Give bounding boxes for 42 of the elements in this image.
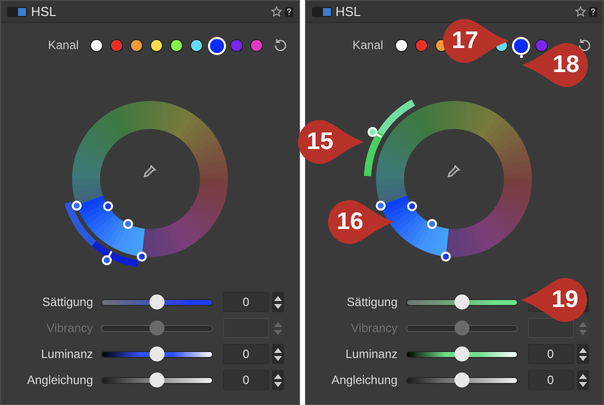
slider-thumb[interactable] xyxy=(150,294,164,310)
stepper-control[interactable] xyxy=(272,370,284,390)
channel-label: Kanal xyxy=(48,37,79,54)
slider-label: Luminanz xyxy=(40,346,93,363)
slider-label: Sättigung xyxy=(41,294,93,311)
stepper-control[interactable] xyxy=(576,344,588,364)
slider-label: Luminanz xyxy=(344,346,398,363)
help-icon[interactable] xyxy=(589,6,597,16)
value-field[interactable]: 0 xyxy=(223,344,269,364)
channel-swatch[interactable] xyxy=(512,36,530,58)
channel-swatch[interactable] xyxy=(208,36,226,58)
callout-tooltip: 19 xyxy=(521,278,587,322)
value-field[interactable]: 0 xyxy=(528,370,574,390)
reset-icon[interactable] xyxy=(272,38,288,52)
value-field[interactable]: 0 xyxy=(528,344,574,364)
reset-icon[interactable] xyxy=(577,38,592,52)
panel-title: HSL xyxy=(336,2,361,21)
value-field[interactable] xyxy=(528,318,574,338)
value-field[interactable]: 0 xyxy=(223,370,269,390)
slider-thumb[interactable] xyxy=(150,346,164,362)
callout-tooltip: 15 xyxy=(298,120,364,164)
stepper-control[interactable] xyxy=(272,344,284,364)
panel-title: HSL xyxy=(31,2,56,21)
star-icon[interactable] xyxy=(270,6,282,17)
toggle-switch[interactable] xyxy=(7,6,27,16)
value-field[interactable]: 0 xyxy=(223,292,269,312)
star-icon[interactable] xyxy=(575,6,586,17)
channel-label: Kanal xyxy=(352,37,384,54)
slider-thumb[interactable] xyxy=(454,372,469,388)
slider-label: Sättigung xyxy=(346,294,398,311)
help-icon[interactable] xyxy=(284,6,292,16)
stepper-control[interactable] xyxy=(272,292,284,312)
callout-tooltip: 18 xyxy=(522,43,588,87)
slider-thumb[interactable] xyxy=(454,346,469,362)
stepper-control[interactable] xyxy=(576,370,588,390)
callout-tooltip: 17 xyxy=(443,19,509,63)
slider-thumb[interactable] xyxy=(150,372,164,388)
toggle-switch[interactable] xyxy=(312,6,332,16)
slider-label: Angleichung xyxy=(330,372,398,389)
slider-thumb[interactable] xyxy=(454,294,469,310)
callout-tooltip: 16 xyxy=(328,200,394,244)
slider-label: Angleichung xyxy=(26,372,93,389)
